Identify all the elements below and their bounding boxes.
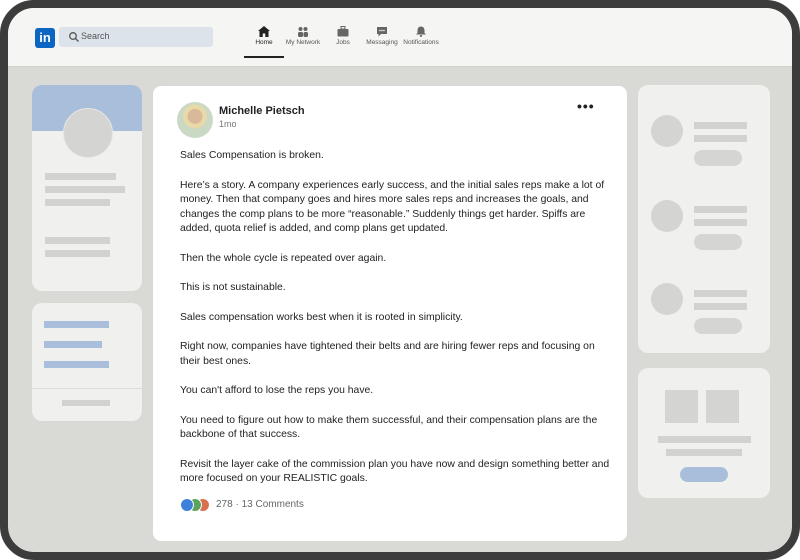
post-timestamp: 1mo bbox=[219, 119, 237, 129]
reaction-count: 278 bbox=[216, 499, 233, 510]
placeholder-line bbox=[45, 186, 125, 193]
placeholder-line bbox=[45, 250, 110, 257]
suggestion-avatar-placeholder bbox=[651, 283, 683, 315]
placeholder-line bbox=[45, 199, 110, 206]
profile-card-placeholder bbox=[32, 85, 142, 291]
home-icon bbox=[258, 26, 270, 37]
briefcase-icon bbox=[337, 26, 349, 37]
placeholder-line bbox=[666, 449, 742, 456]
placeholder-line bbox=[694, 290, 747, 297]
reaction-summary[interactable]: 278 · 13 Comments bbox=[216, 499, 304, 510]
placeholder-line bbox=[45, 173, 116, 180]
messaging-icon bbox=[377, 27, 387, 37]
placeholder-line bbox=[694, 122, 747, 129]
placeholder-line bbox=[694, 219, 747, 226]
linkedin-logo[interactable]: in bbox=[35, 28, 55, 48]
separator-dot: · bbox=[235, 499, 239, 510]
bell-icon bbox=[416, 26, 426, 37]
author-name[interactable]: Michelle Pietsch bbox=[219, 105, 305, 117]
nav-item-notifications[interactable]: Notifications bbox=[393, 26, 449, 46]
nav-label-notifications: Notifications bbox=[403, 39, 439, 46]
follow-button-placeholder bbox=[694, 150, 742, 166]
post-paragraph: Right now, companies have tightened thei… bbox=[180, 341, 595, 367]
post-paragraph: Sales Compensation is broken. bbox=[180, 150, 324, 161]
search-icon bbox=[69, 32, 79, 42]
search-placeholder: Search bbox=[81, 31, 110, 41]
placeholder-line bbox=[45, 237, 110, 244]
divider bbox=[32, 388, 142, 389]
follow-button-placeholder bbox=[694, 318, 742, 334]
placeholder-line bbox=[44, 321, 109, 328]
post-paragraph: Here’s a story. A company experiences ea… bbox=[180, 179, 605, 235]
follow-button-placeholder bbox=[694, 234, 742, 250]
ad-image-placeholder bbox=[706, 390, 739, 423]
author-avatar[interactable] bbox=[177, 102, 213, 138]
feed-post: Michelle Pietsch 1mo ••• Sales Compensat… bbox=[153, 86, 627, 541]
comments-count[interactable]: 13 Comments bbox=[242, 499, 304, 510]
post-paragraph: You need to figure out how to make them … bbox=[180, 414, 598, 441]
ad-image-placeholder bbox=[665, 390, 698, 423]
network-icon bbox=[298, 27, 308, 37]
ad-cta-placeholder bbox=[680, 467, 728, 482]
left-links-card-placeholder bbox=[32, 303, 142, 421]
post-paragraph: You can't afford to lose the reps you ha… bbox=[180, 385, 374, 396]
placeholder-line bbox=[658, 436, 751, 443]
top-navigation-bar: in Search Home My Network Jobs Messaging bbox=[8, 8, 792, 67]
placeholder-line bbox=[44, 361, 109, 368]
like-reaction-icon bbox=[180, 498, 194, 512]
placeholder-line bbox=[694, 206, 747, 213]
more-options-button[interactable]: ••• bbox=[577, 98, 595, 114]
post-paragraph: Then the whole cycle is repeated over ag… bbox=[180, 252, 387, 264]
placeholder-line bbox=[694, 135, 747, 142]
post-paragraph: Revisit the layer cake of the commission… bbox=[180, 458, 610, 485]
placeholder-line bbox=[694, 303, 747, 310]
post-body: Sales Compensation is broken. Here’s a s… bbox=[180, 149, 610, 502]
right-suggestions-card-placeholder bbox=[638, 85, 770, 353]
device-frame: in Search Home My Network Jobs Messaging bbox=[0, 0, 800, 560]
placeholder-line bbox=[44, 341, 102, 348]
profile-avatar-placeholder bbox=[63, 108, 113, 158]
post-paragraph: Sales compensation works best when it is… bbox=[180, 311, 463, 323]
suggestion-avatar-placeholder bbox=[651, 115, 683, 147]
placeholder-line bbox=[62, 400, 110, 406]
right-ad-card-placeholder bbox=[638, 368, 770, 498]
search-input[interactable]: Search bbox=[59, 27, 213, 47]
suggestion-avatar-placeholder bbox=[651, 200, 683, 232]
post-paragraph: This is not sustainable. bbox=[180, 282, 286, 293]
